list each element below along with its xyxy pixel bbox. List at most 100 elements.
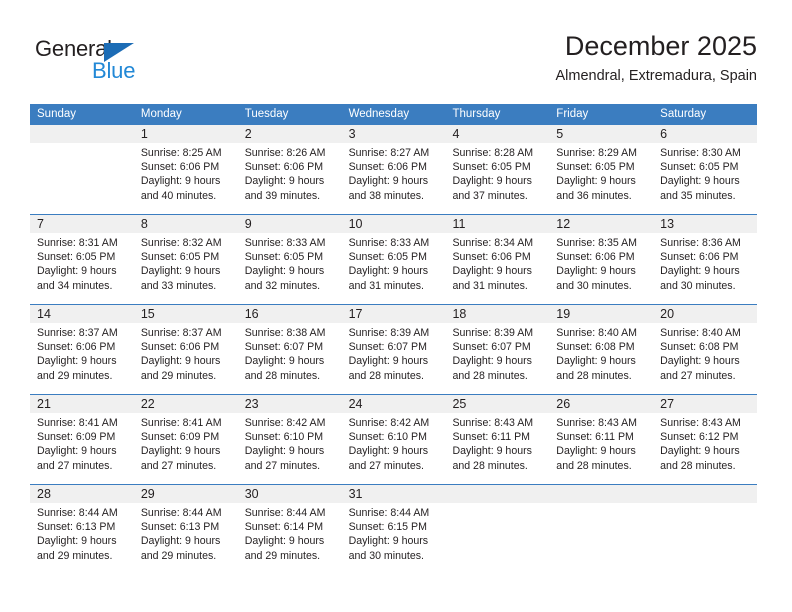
day-number-16[interactable]: 16 — [238, 305, 342, 323]
day-number-15[interactable]: 15 — [134, 305, 238, 323]
calendar-week-row: 28 29 30 31 Sunrise: 8:44 AM Sunset: 6:13 PM D… — [30, 484, 757, 574]
day-detail-line: Sunrise: 8:36 AM — [660, 237, 741, 249]
day-detail-line: and 32 minutes. — [244, 279, 321, 292]
day-detail-line: Sunset: 6:15 PM — [348, 521, 427, 534]
day-cell-19[interactable]: Sunrise: 8:40 AM Sunset: 6:08 PM Daylight:… — [549, 323, 653, 394]
day-cell-25[interactable]: Sunrise: 8:43 AM Sunset: 6:11 PM Daylight:… — [445, 413, 549, 484]
day-cell-23[interactable]: Sunrise: 8:42 AM Sunset: 6:10 PM Daylight:… — [238, 413, 342, 484]
day-detail-line: Daylight: 9 hours — [452, 355, 532, 368]
day-cell-14[interactable]: Sunrise: 8:37 AM Sunset: 6:06 PM Daylight:… — [30, 323, 134, 394]
day-cell-31[interactable]: Sunrise: 8:44 AM Sunset: 6:15 PM Daylight:… — [342, 503, 446, 574]
day-number-12[interactable]: 12 — [549, 215, 653, 233]
day-number-11[interactable]: 11 — [445, 215, 549, 233]
week-detail-band: Sunrise: 8:25 AM Sunset: 6:06 PM Daylight:… — [30, 143, 757, 214]
day-number-23[interactable]: 23 — [238, 395, 342, 413]
day-detail-line: Sunrise: 8:40 AM — [660, 327, 741, 339]
day-cell-17[interactable]: Sunrise: 8:39 AM Sunset: 6:07 PM Daylight:… — [342, 323, 446, 394]
day-cell-12[interactable]: Sunrise: 8:35 AM Sunset: 6:06 PM Daylight:… — [549, 233, 653, 304]
day-cell-4[interactable]: Sunrise: 8:28 AM Sunset: 6:05 PM Daylight:… — [445, 143, 549, 214]
day-number-30[interactable]: 30 — [238, 485, 342, 503]
day-cell-5[interactable]: Sunrise: 8:29 AM Sunset: 6:05 PM Daylight:… — [549, 143, 653, 214]
day-cell-26[interactable]: Sunrise: 8:43 AM Sunset: 6:11 PM Daylight:… — [549, 413, 653, 484]
day-number-20[interactable]: 20 — [653, 305, 757, 323]
day-detail-line: Sunset: 6:14 PM — [244, 521, 324, 534]
day-detail-line: Sunset: 6:05 PM — [140, 251, 220, 264]
day-number-7[interactable]: 7 — [30, 215, 134, 233]
day-number-9[interactable]: 9 — [238, 215, 342, 233]
day-detail-line: and 37 minutes. — [452, 189, 528, 202]
day-number-22[interactable]: 22 — [134, 395, 238, 413]
day-cell-9[interactable]: Sunrise: 8:33 AM Sunset: 6:05 PM Daylight:… — [238, 233, 342, 304]
day-number-6[interactable]: 6 — [653, 125, 757, 143]
day-number-28[interactable]: 28 — [30, 485, 134, 503]
day-cell-3[interactable]: Sunrise: 8:27 AM Sunset: 6:06 PM Daylight:… — [342, 143, 446, 214]
day-detail-line: Daylight: 9 hours — [37, 265, 117, 278]
day-cell-21[interactable]: Sunrise: 8:41 AM Sunset: 6:09 PM Daylight:… — [30, 413, 134, 484]
day-cell-15[interactable]: Sunrise: 8:37 AM Sunset: 6:06 PM Daylight:… — [134, 323, 238, 394]
week-daynumber-band: 7 8 9 10 11 12 13 — [30, 215, 757, 233]
calendar-weeks: 1 2 3 4 5 6 Sunrise: 8:25 AM Sunset: 6:06 PM Day… — [30, 125, 757, 574]
day-detail-line: and 27 minutes. — [37, 459, 113, 472]
day-number-14[interactable]: 14 — [30, 305, 134, 323]
day-number-18[interactable]: 18 — [445, 305, 549, 323]
day-cell-13[interactable]: Sunrise: 8:36 AM Sunset: 6:06 PM Daylight:… — [653, 233, 757, 304]
day-number-24[interactable]: 24 — [342, 395, 446, 413]
day-number-4[interactable]: 4 — [445, 125, 549, 143]
day-number-21[interactable]: 21 — [30, 395, 134, 413]
day-detail-line: and 30 minutes. — [556, 279, 632, 292]
day-number-25[interactable]: 25 — [445, 395, 549, 413]
day-cell-28[interactable]: Sunrise: 8:44 AM Sunset: 6:13 PM Daylight:… — [30, 503, 134, 574]
day-number-5[interactable]: 5 — [549, 125, 653, 143]
day-cell-30[interactable]: Sunrise: 8:44 AM Sunset: 6:14 PM Daylight:… — [238, 503, 342, 574]
week-daynumber-band: 123456 — [30, 125, 757, 143]
day-number-31[interactable]: 31 — [342, 485, 446, 503]
day-number-17[interactable]: 17 — [342, 305, 446, 323]
day-cell-11[interactable]: Sunrise: 8:34 AM Sunset: 6:06 PM Daylight:… — [445, 233, 549, 304]
day-cell-29[interactable]: Sunrise: 8:44 AM Sunset: 6:13 PM Daylight:… — [134, 503, 238, 574]
day-cell-10[interactable]: Sunrise: 8:33 AM Sunset: 6:05 PM Daylight:… — [342, 233, 446, 304]
day-number-10[interactable]: 10 — [342, 215, 446, 233]
day-detail-line: Sunset: 6:13 PM — [140, 521, 220, 534]
week-detail-band: Sunrise: 8:44 AM Sunset: 6:13 PM Daylight:… — [30, 503, 757, 574]
day-cell-18[interactable]: Sunrise: 8:39 AM Sunset: 6:07 PM Daylight:… — [445, 323, 549, 394]
day-cell-6[interactable]: Sunrise: 8:30 AM Sunset: 6:05 PM Daylight:… — [653, 143, 757, 214]
day-detail-line: and 28 minutes. — [348, 369, 424, 382]
day-cell-22[interactable]: Sunrise: 8:41 AM Sunset: 6:09 PM Daylight:… — [134, 413, 238, 484]
day-detail-line: Sunset: 6:06 PM — [660, 251, 739, 264]
weekday-header-thursday: Thursday — [452, 108, 501, 120]
day-detail-line: Sunset: 6:05 PM — [244, 251, 324, 264]
day-detail-line: Sunset: 6:05 PM — [37, 251, 116, 264]
day-cell-20[interactable]: Sunrise: 8:40 AM Sunset: 6:08 PM Daylight:… — [653, 323, 757, 394]
week-detail-band: Sunrise: 8:31 AM Sunset: 6:05 PM Daylight:… — [30, 233, 757, 304]
day-cell-27[interactable]: Sunrise: 8:43 AM Sunset: 6:12 PM Daylight:… — [653, 413, 757, 484]
day-number-19[interactable]: 19 — [549, 305, 653, 323]
day-number-13[interactable]: 13 — [653, 215, 757, 233]
day-cell-16[interactable]: Sunrise: 8:38 AM Sunset: 6:07 PM Daylight:… — [238, 323, 342, 394]
day-cell-7[interactable]: Sunrise: 8:31 AM Sunset: 6:05 PM Daylight:… — [30, 233, 134, 304]
day-detail-line: and 29 minutes. — [37, 549, 113, 562]
day-number-29[interactable]: 29 — [134, 485, 238, 503]
day-detail-line: Sunrise: 8:27 AM — [348, 147, 430, 159]
day-cell-1[interactable]: Sunrise: 8:25 AM Sunset: 6:06 PM Daylight:… — [134, 143, 238, 214]
day-number-27[interactable]: 27 — [653, 395, 757, 413]
day-number-3[interactable]: 3 — [342, 125, 446, 143]
day-number-26[interactable]: 26 — [549, 395, 653, 413]
day-detail-line: Sunset: 6:08 PM — [660, 341, 739, 354]
day-detail-line: Sunrise: 8:41 AM — [37, 417, 118, 429]
day-cell-24[interactable]: Sunrise: 8:42 AM Sunset: 6:10 PM Daylight:… — [342, 413, 446, 484]
weekday-header-row: Sunday Monday Tuesday Wednesday Thursday Frid… — [30, 104, 757, 125]
day-detail-line: Sunset: 6:07 PM — [244, 341, 324, 354]
day-detail-line: Daylight: 9 hours — [452, 175, 532, 188]
day-cell-8[interactable]: Sunrise: 8:32 AM Sunset: 6:05 PM Daylight:… — [134, 233, 238, 304]
weekday-header-saturday: Saturday — [660, 108, 707, 120]
day-detail-line: Sunrise: 8:43 AM — [660, 417, 741, 429]
day-cell-2[interactable]: Sunrise: 8:26 AM Sunset: 6:06 PM Daylight:… — [238, 143, 342, 214]
day-number-8[interactable]: 8 — [134, 215, 238, 233]
day-number-1[interactable]: 1 — [134, 125, 238, 143]
day-detail-line: and 28 minutes. — [452, 459, 528, 472]
day-number-2[interactable]: 2 — [238, 125, 342, 143]
day-detail-line: Sunrise: 8:41 AM — [140, 417, 222, 429]
day-detail-line: Daylight: 9 hours — [452, 265, 532, 278]
generalblue-logo[interactable]: General Blue — [35, 36, 235, 88]
day-detail-line: Daylight: 9 hours — [140, 265, 221, 278]
